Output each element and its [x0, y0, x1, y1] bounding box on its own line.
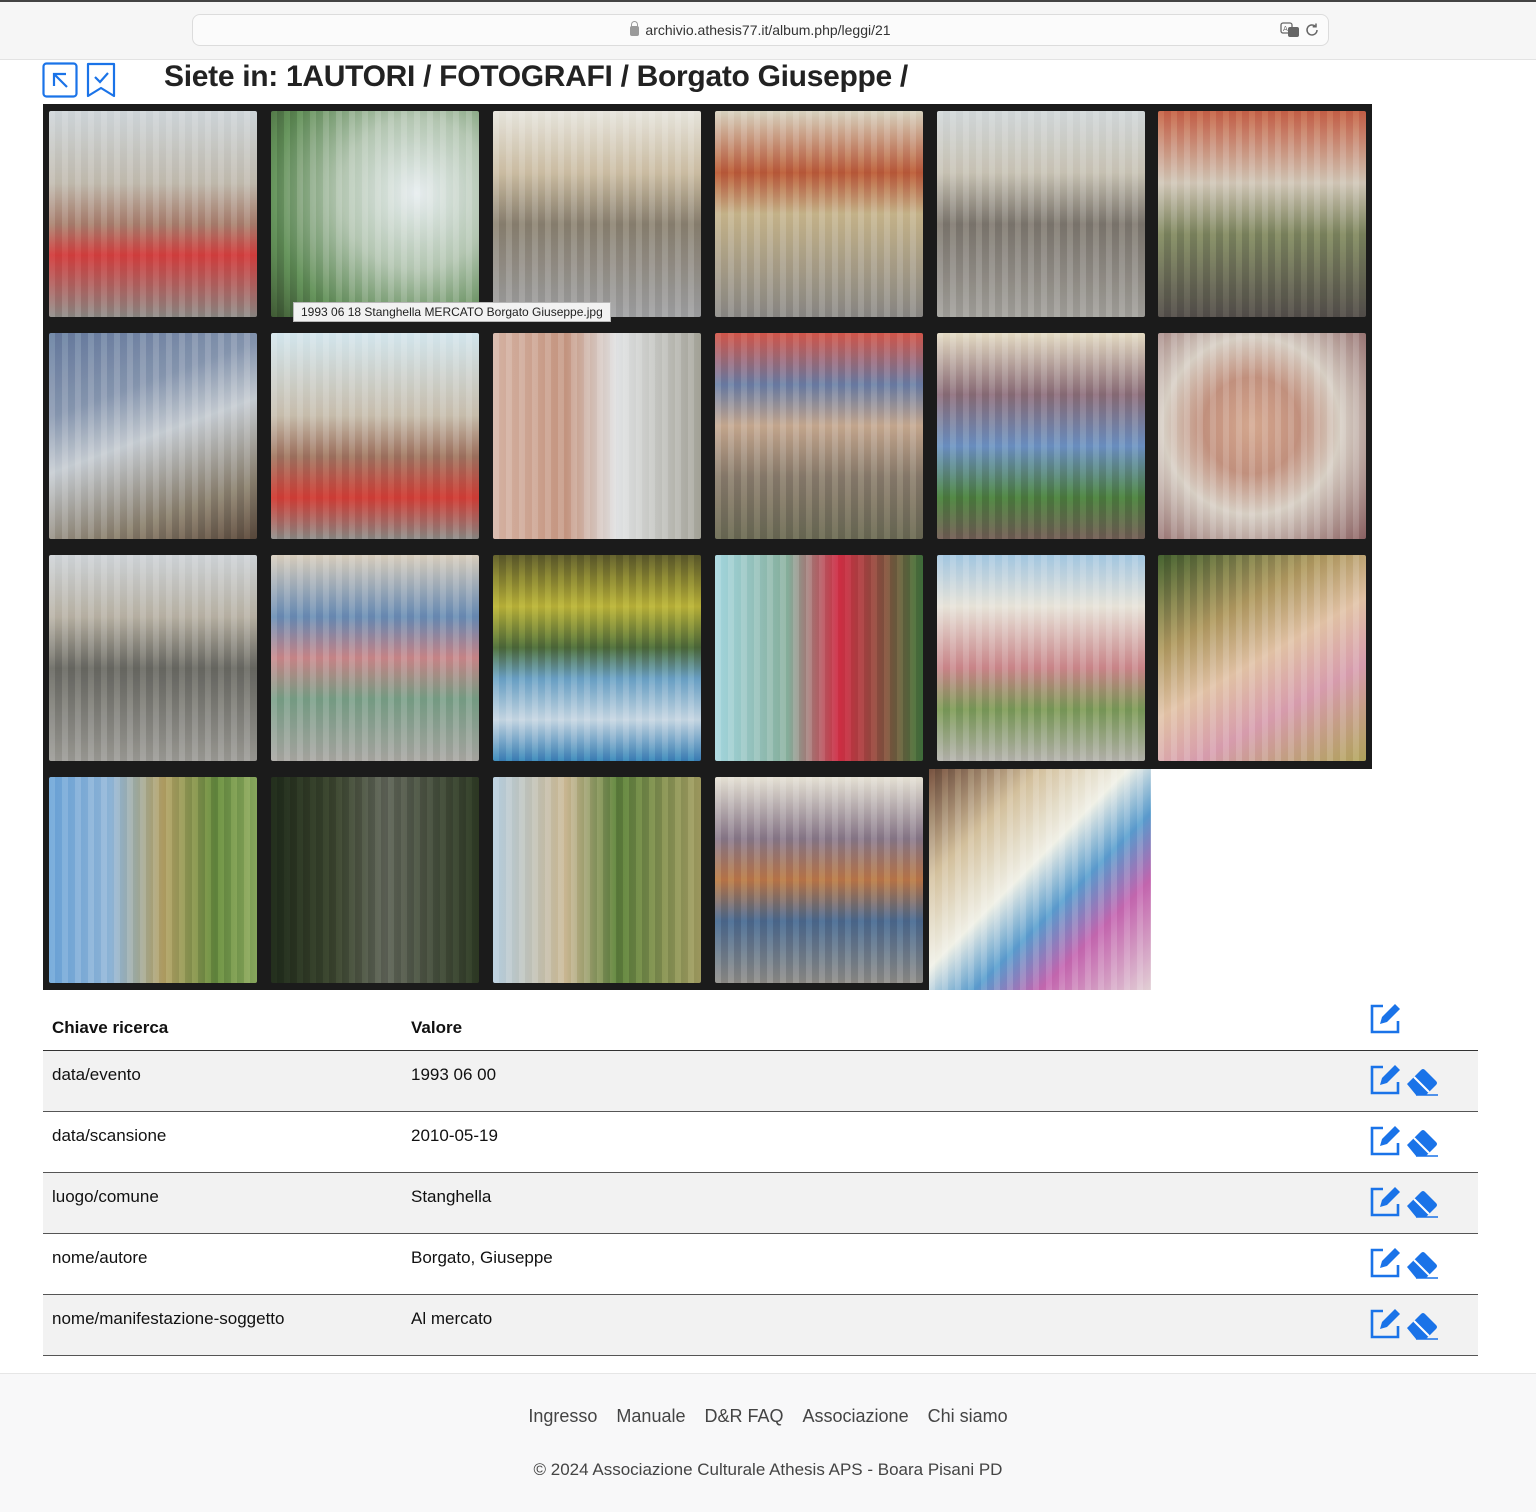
arrow-up-left-icon — [42, 62, 78, 98]
footer: Ingresso Manuale D&R FAQ Associazione Ch… — [0, 1373, 1536, 1512]
pencil-square-icon[interactable] — [1368, 1124, 1402, 1158]
eraser-icon[interactable] — [1404, 1310, 1440, 1340]
photo-thumbnail[interactable] — [493, 333, 701, 539]
pencil-square-icon[interactable] — [1368, 1307, 1402, 1341]
footer-link-manuale[interactable]: Manuale — [616, 1406, 685, 1426]
lock-icon — [630, 21, 640, 36]
table-row: data/scansione 2010-05-19 — [43, 1112, 1478, 1173]
photo-thumbnail[interactable] — [1158, 111, 1366, 317]
browser-toolbar: archivio.athesis77.it/album.php/leggi/21… — [0, 0, 1536, 60]
photo-thumbnail[interactable] — [929, 769, 1151, 990]
photo-thumbnail[interactable] — [493, 111, 701, 317]
photo-thumbnail[interactable] — [493, 555, 701, 761]
table-row: data/evento 1993 06 00 — [43, 1051, 1478, 1112]
table-row: nome/manifestazione-soggetto Al mercato — [43, 1295, 1478, 1356]
pencil-square-icon[interactable] — [1368, 1002, 1402, 1036]
photo-thumbnail[interactable] — [49, 777, 257, 983]
row-key: nome/manifestazione-soggetto — [52, 1309, 285, 1328]
row-key: data/evento — [52, 1065, 141, 1084]
row-key: luogo/comune — [52, 1187, 159, 1206]
photo-thumbnail[interactable] — [49, 555, 257, 761]
photo-thumbnail[interactable] — [271, 777, 479, 983]
photo-thumbnail[interactable] — [271, 111, 479, 317]
footer-link-chi-siamo[interactable]: Chi siamo — [928, 1406, 1008, 1426]
row-key: data/scansione — [52, 1126, 167, 1145]
address-bar[interactable]: archivio.athesis77.it/album.php/leggi/21… — [192, 14, 1329, 46]
eraser-icon[interactable] — [1404, 1066, 1440, 1096]
photo-thumbnail[interactable] — [715, 111, 923, 317]
contact-sheet[interactable]: 1993 06 18 Stanghella MERCATO Borgato Gi… — [43, 104, 1372, 990]
photo-thumbnail[interactable] — [715, 777, 923, 983]
eraser-icon[interactable] — [1404, 1249, 1440, 1279]
bookmark-button[interactable] — [84, 62, 120, 98]
photo-thumbnail[interactable] — [1158, 333, 1366, 539]
photo-thumbnail[interactable] — [271, 555, 479, 761]
row-key: nome/autore — [52, 1248, 148, 1267]
photo-thumbnail[interactable] — [715, 333, 923, 539]
row-value: Stanghella — [411, 1187, 492, 1206]
footer-link-faq[interactable]: D&R FAQ — [704, 1406, 783, 1426]
url-text: archivio.athesis77.it/album.php/leggi/21 — [645, 22, 891, 38]
photo-tooltip: 1993 06 18 Stanghella MERCATO Borgato Gi… — [293, 302, 611, 322]
photo-thumbnail[interactable] — [493, 777, 701, 983]
photo-thumbnail[interactable] — [1158, 555, 1366, 761]
pencil-square-icon[interactable] — [1368, 1185, 1402, 1219]
row-value: Al mercato — [411, 1309, 493, 1328]
table-row: luogo/comune Stanghella — [43, 1173, 1478, 1234]
bookmark-check-icon — [86, 62, 116, 98]
header-value: Valore — [411, 1018, 463, 1037]
footer-copyright: © 2024 Associazione Culturale Athesis AP… — [533, 1460, 1003, 1479]
eraser-icon[interactable] — [1404, 1127, 1440, 1157]
photo-thumbnail[interactable] — [937, 111, 1145, 317]
footer-link-ingresso[interactable]: Ingresso — [528, 1406, 597, 1426]
table-header: Chiave ricerca Valore — [43, 1000, 1478, 1051]
svg-text:A: A — [1283, 25, 1288, 33]
eraser-icon[interactable] — [1404, 1188, 1440, 1218]
photo-thumbnail[interactable] — [937, 333, 1145, 539]
header-key: Chiave ricerca — [52, 1018, 169, 1037]
go-up-button[interactable] — [42, 62, 78, 98]
photo-thumbnail[interactable] — [937, 555, 1145, 761]
url-display[interactable]: archivio.athesis77.it/album.php/leggi/21 — [193, 21, 1328, 38]
photo-thumbnail[interactable] — [49, 333, 257, 539]
pencil-square-icon[interactable] — [1368, 1063, 1402, 1097]
table-row: nome/autore Borgato, Giuseppe — [43, 1234, 1478, 1295]
breadcrumb: Siete in: 1AUTORI / FOTOGRAFI / Borgato … — [164, 60, 908, 93]
pencil-square-icon[interactable] — [1368, 1246, 1402, 1280]
footer-link-associazione[interactable]: Associazione — [803, 1406, 909, 1426]
row-value: Borgato, Giuseppe — [411, 1248, 553, 1267]
photo-thumbnail[interactable] — [49, 111, 257, 317]
metadata-table: Chiave ricerca Valore data/evento 1993 0… — [43, 1000, 1478, 1356]
row-value: 1993 06 00 — [411, 1065, 497, 1084]
footer-nav: Ingresso Manuale D&R FAQ Associazione Ch… — [0, 1406, 1536, 1427]
translate-icon[interactable]: A — [1280, 22, 1300, 38]
photo-thumbnail[interactable] — [715, 555, 923, 761]
photo-thumbnail[interactable] — [271, 333, 479, 539]
row-value: 2010-05-19 — [411, 1126, 498, 1145]
reload-icon[interactable] — [1304, 22, 1320, 38]
